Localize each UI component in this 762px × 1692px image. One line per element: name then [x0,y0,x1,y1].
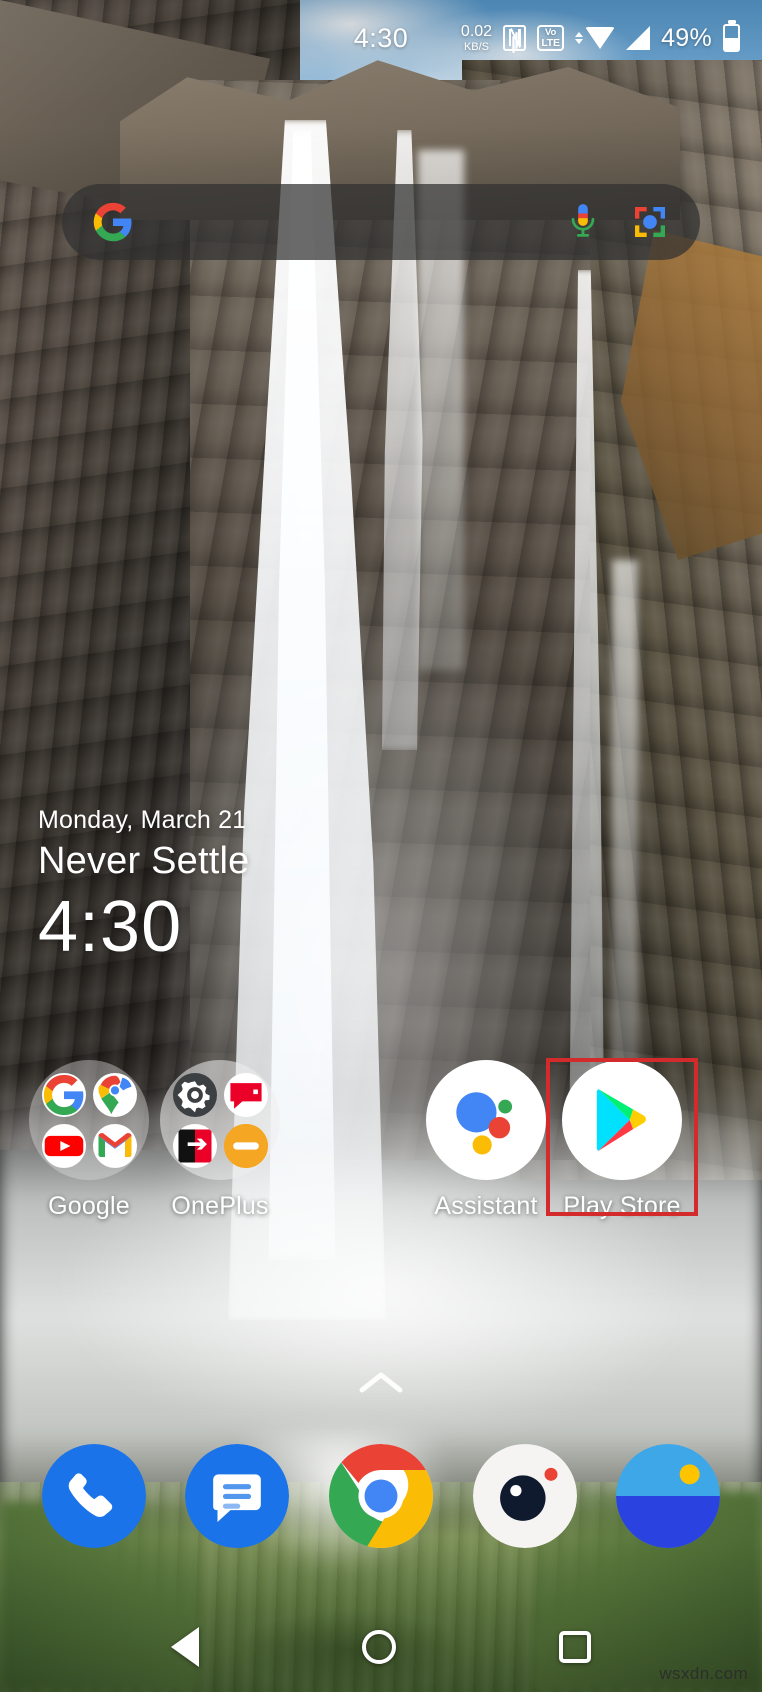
navigation-bar [0,1602,762,1692]
wifi-signal-triangle [585,27,616,49]
dock-icon-chrome[interactable] [328,1444,433,1548]
app-label: Play Store [563,1192,681,1220]
clock-widget-tagline: Never Settle [38,839,250,882]
battery-percentage: 49% [661,23,712,52]
volte-icon-bottom: LTE [541,36,560,49]
dock [0,1432,762,1560]
zen-mode-icon [223,1123,268,1168]
folder-preview-grid [29,1060,149,1180]
wifi-arrow-up [575,32,584,37]
app-folder-google-icon[interactable] [29,1060,149,1180]
clock-widget[interactable]: Monday, March 21 Never Settle 4:30 [38,806,250,967]
wifi-icon [575,27,616,49]
dock-icon-camera[interactable] [472,1444,577,1548]
google-lens-camera-icon[interactable] [630,202,670,242]
app-label: OnePlus [171,1192,269,1220]
home-screen-app-row: Google OnePlus Assistant Play Store [0,1060,762,1270]
status-bar[interactable]: 4:30 0.02 KB/S Vo LTE 49% [0,0,762,76]
gmail-icon [92,1123,137,1168]
community-chat-icon [223,1072,268,1117]
volte-icon: Vo LTE [537,25,565,51]
status-bar-icons: 0.02 KB/S Vo LTE 49% [460,22,740,53]
app-icon-play-store[interactable]: Play Store [542,1060,702,1221]
app-icon-assistant-image[interactable] [426,1060,546,1180]
google-assistant-icon [426,1060,546,1180]
dock-icon-gallery[interactable] [616,1444,721,1548]
dock-icon-phone[interactable] [41,1444,146,1548]
recents-square-icon[interactable] [558,1631,591,1663]
back-triangle-icon[interactable] [171,1627,200,1667]
cellular-signal-icon [626,26,651,50]
network-speed-indicator: 0.02 KB/S [460,22,493,53]
home-circle-icon[interactable] [361,1630,396,1664]
watermark: wsxdn.com [659,1664,748,1683]
google-maps-icon [92,1072,137,1117]
nfc-icon-diagonal [510,27,522,48]
app-drawer-handle[interactable] [0,1368,762,1401]
youtube-icon [41,1123,86,1168]
battery-icon [723,24,740,52]
clock-widget-time: 4:30 [38,887,183,967]
wallpaper-waterfall-right2 [612,560,638,1140]
folder-preview-grid [160,1060,280,1180]
network-speed-value: 0.02 [460,22,493,40]
google-play-store-icon [562,1060,682,1180]
app-folder-oneplus[interactable]: OnePlus [140,1060,300,1221]
wifi-activity-arrows [575,32,584,44]
chevron-up-icon [359,1372,403,1393]
nfc-icon [503,25,527,51]
network-speed-unit: KB/S [463,40,490,53]
wifi-arrow-down [575,39,584,44]
app-folder-oneplus-icon[interactable] [160,1060,280,1180]
google-search-bar[interactable] [62,184,700,260]
dock-icon-messages[interactable] [185,1444,290,1548]
clock-widget-date: Monday, March 21 [38,806,247,834]
microphone-icon[interactable] [566,202,600,242]
app-icon-play-store-image[interactable] [562,1060,682,1180]
google-g-icon [41,1072,86,1117]
settings-gear-icon [172,1072,217,1117]
google-g-icon [92,201,134,243]
switch-transfer-icon [172,1123,217,1168]
